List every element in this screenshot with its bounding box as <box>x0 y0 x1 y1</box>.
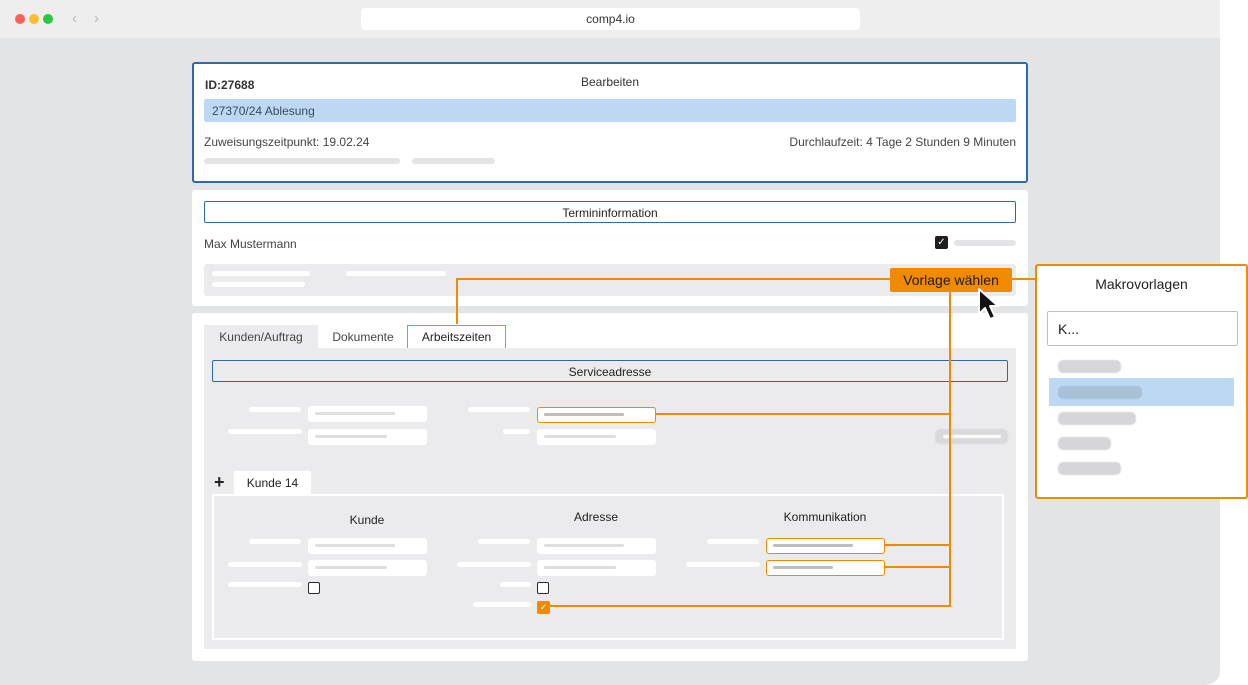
macro-search-value: K... <box>1058 321 1080 337</box>
connector-main-line <box>550 291 951 607</box>
macro-list-item[interactable] <box>1058 412 1136 425</box>
macro-list-item[interactable] <box>1058 437 1111 450</box>
connector-tab-line <box>456 278 890 324</box>
macro-list-item-text <box>1058 386 1142 399</box>
macro-list-item[interactable] <box>1058 360 1121 373</box>
macro-list-item[interactable] <box>1058 462 1121 475</box>
mouse-cursor-icon <box>978 288 999 320</box>
macro-templates-title: Makrovorlagen <box>1095 276 1188 292</box>
